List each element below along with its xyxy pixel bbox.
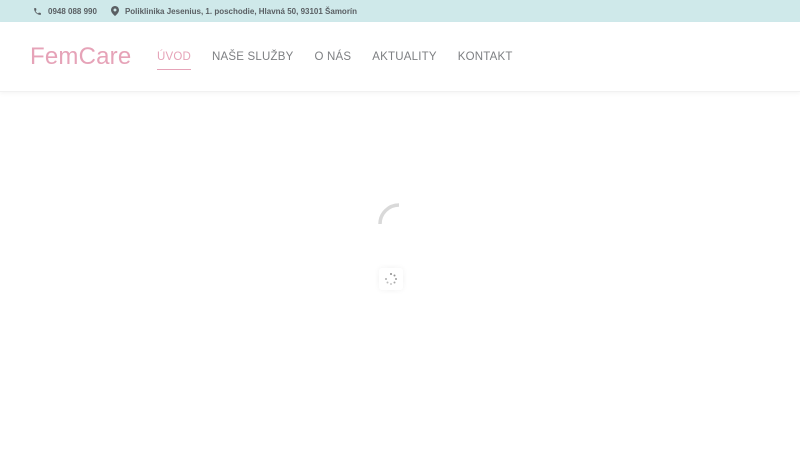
loading-spinner-icon xyxy=(377,202,403,228)
main-navigation: ÚVOD NAŠE SLUŽBY O NÁS AKTUALITY KONTAKT xyxy=(157,51,534,70)
nav-item-uvod[interactable]: ÚVOD xyxy=(157,51,192,70)
address-text: Poliklinika Jesenius, 1. poschodie, Hlav… xyxy=(124,6,358,16)
site-logo[interactable]: FemCare xyxy=(30,43,131,71)
address-contact[interactable]: Poliklinika Jesenius, 1. poschodie, Hlav… xyxy=(110,6,358,16)
site-header: FemCare ÚVOD NAŠE SLUŽBY O NÁS AKTUALITY… xyxy=(0,22,800,92)
phone-contact[interactable]: 0948 088 990 xyxy=(33,7,97,16)
phone-icon xyxy=(34,7,41,15)
loading-dots-icon xyxy=(379,268,403,290)
top-info-bar: 0948 088 990 Poliklinika Jesenius, 1. po… xyxy=(0,0,800,22)
map-pin-icon xyxy=(110,6,119,16)
phone-number: 0948 088 990 xyxy=(48,6,97,16)
nav-item-nase-sluzby[interactable]: NAŠE SLUŽBY xyxy=(212,51,293,68)
nav-item-o-nas[interactable]: O NÁS xyxy=(314,51,351,68)
nav-item-kontakt[interactable]: KONTAKT xyxy=(458,51,513,68)
nav-item-aktuality[interactable]: AKTUALITY xyxy=(372,51,436,68)
